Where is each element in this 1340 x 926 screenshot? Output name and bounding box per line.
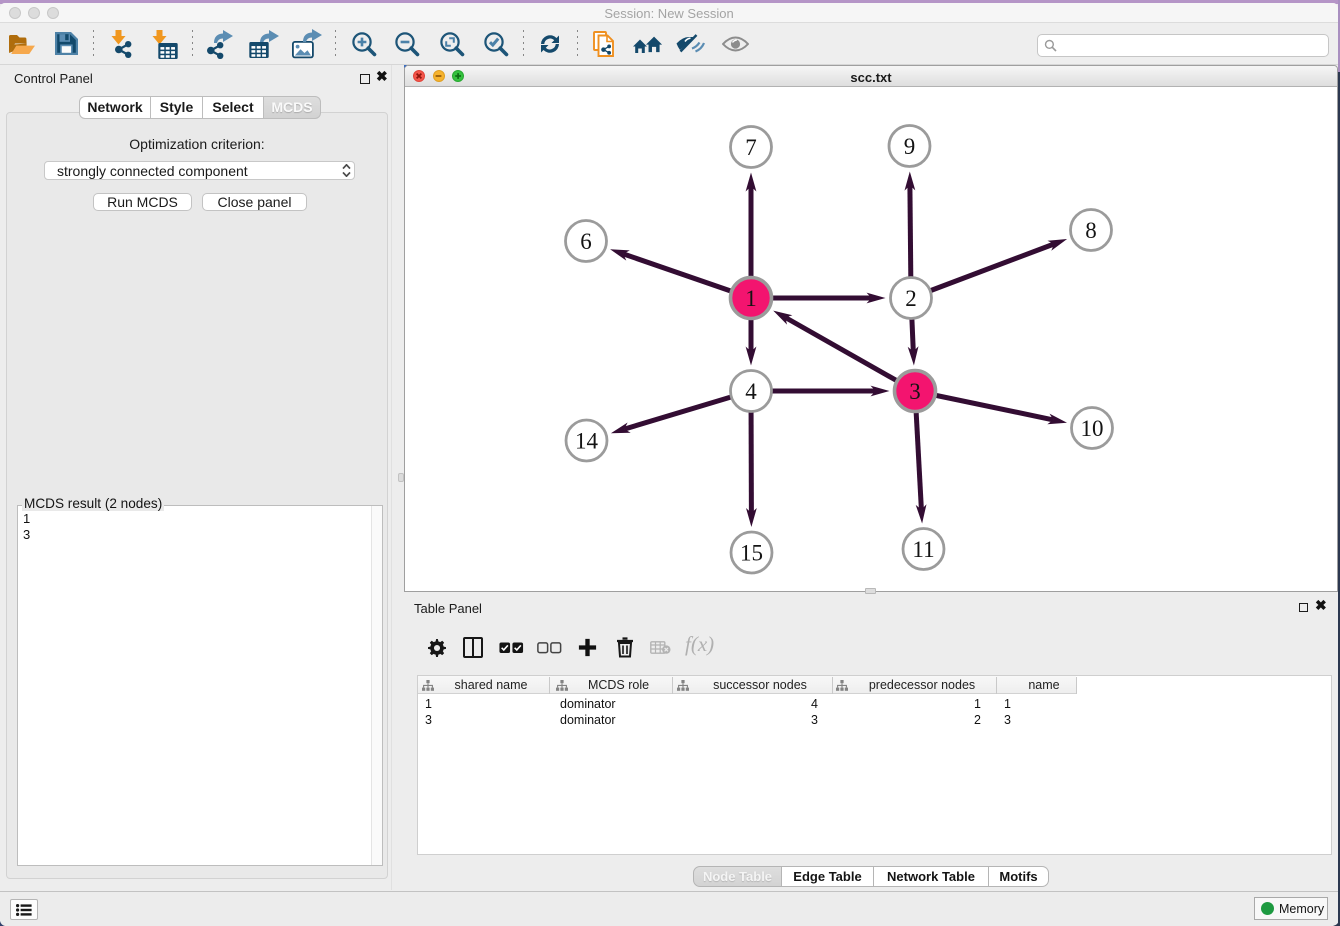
svg-text:4: 4 [745,379,757,404]
svg-text:3: 3 [909,379,921,404]
svg-text:15: 15 [740,540,763,565]
svg-text:10: 10 [1081,416,1104,441]
svg-text:8: 8 [1085,218,1097,243]
svg-text:11: 11 [912,537,934,562]
svg-text:7: 7 [745,135,757,160]
svg-text:14: 14 [575,428,599,453]
svg-text:9: 9 [904,134,916,159]
svg-text:1: 1 [745,286,757,311]
svg-text:6: 6 [580,229,592,254]
svg-text:2: 2 [905,286,917,311]
